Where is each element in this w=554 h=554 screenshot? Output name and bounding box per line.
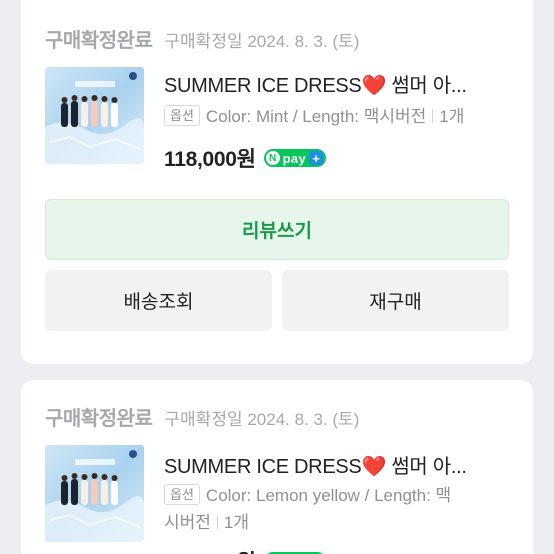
divider — [216, 515, 218, 529]
order-card: 구매확정완료 구매확정일 2024. 8. 3. (토) SUMMER ICE … — [21, 0, 533, 364]
product-name-suffix: 썸머 아... — [391, 456, 467, 478]
heart-icon: ❤️ — [361, 456, 387, 478]
divider — [432, 109, 434, 123]
reorder-button[interactable]: 재구매 — [282, 270, 509, 331]
option-badge: 옵션 — [164, 105, 200, 126]
product-name[interactable]: SUMMER ICE DRESS❤️ 썸머 아... — [164, 450, 514, 479]
order-status: 구매확정완료 — [45, 408, 153, 430]
option-line: 옵션 Color: Lemon yellow / Length: 맥시버전 1개 — [164, 482, 464, 536]
order-card: 구매확정완료 구매확정일 2024. 8. 3. (토) SUMMER ICE … — [21, 380, 533, 554]
order-status-line: 구매확정완료 구매확정일 2024. 8. 3. (토) — [45, 24, 359, 53]
option-text: Color: Lemon yellow / Length: 맥시버전 — [164, 486, 452, 532]
order-status-line: 구매확정완료 구매확정일 2024. 8. 3. (토) — [45, 402, 359, 431]
write-review-button[interactable]: 리뷰쓰기 — [45, 199, 509, 260]
confirm-date: 구매확정일 2024. 8. 3. (토) — [164, 410, 360, 429]
option-text: Color: Mint / Length: 맥시버전 — [205, 107, 427, 126]
product-name[interactable]: SUMMER ICE DRESS❤️ 썸머 아... — [164, 69, 514, 98]
plus-icon: + — [308, 151, 323, 165]
price: 118,000원 — [164, 148, 256, 171]
quantity: 1개 — [439, 107, 465, 126]
option-line: 옵션 Color: Mint / Length: 맥시버전 1개 — [164, 103, 504, 130]
product-thumbnail[interactable] — [45, 445, 144, 542]
option-badge: 옵션 — [164, 484, 200, 505]
product-name-text: SUMMER ICE DRESS — [164, 75, 362, 97]
product-name-text: SUMMER ICE DRESS — [164, 456, 362, 478]
price-line: 118,000원 N pay + — [164, 143, 326, 173]
product-thumbnail[interactable] — [45, 67, 144, 164]
npay-badge-icon: N pay + — [263, 149, 326, 167]
price: 118,000원 — [164, 546, 256, 554]
heart-icon: ❤️ — [361, 75, 387, 97]
naver-n-icon: N — [265, 151, 280, 165]
product-name-suffix: 썸머 아... — [391, 75, 467, 97]
npay-label: pay — [282, 150, 306, 166]
quantity: 1개 — [223, 513, 250, 532]
confirm-date: 구매확정일 2024. 8. 3. (토) — [164, 32, 360, 51]
order-status: 구매확정완료 — [45, 30, 153, 52]
track-delivery-button[interactable]: 배송조회 — [45, 270, 272, 331]
price-line: 118,000원 N pay + — [164, 546, 326, 554]
